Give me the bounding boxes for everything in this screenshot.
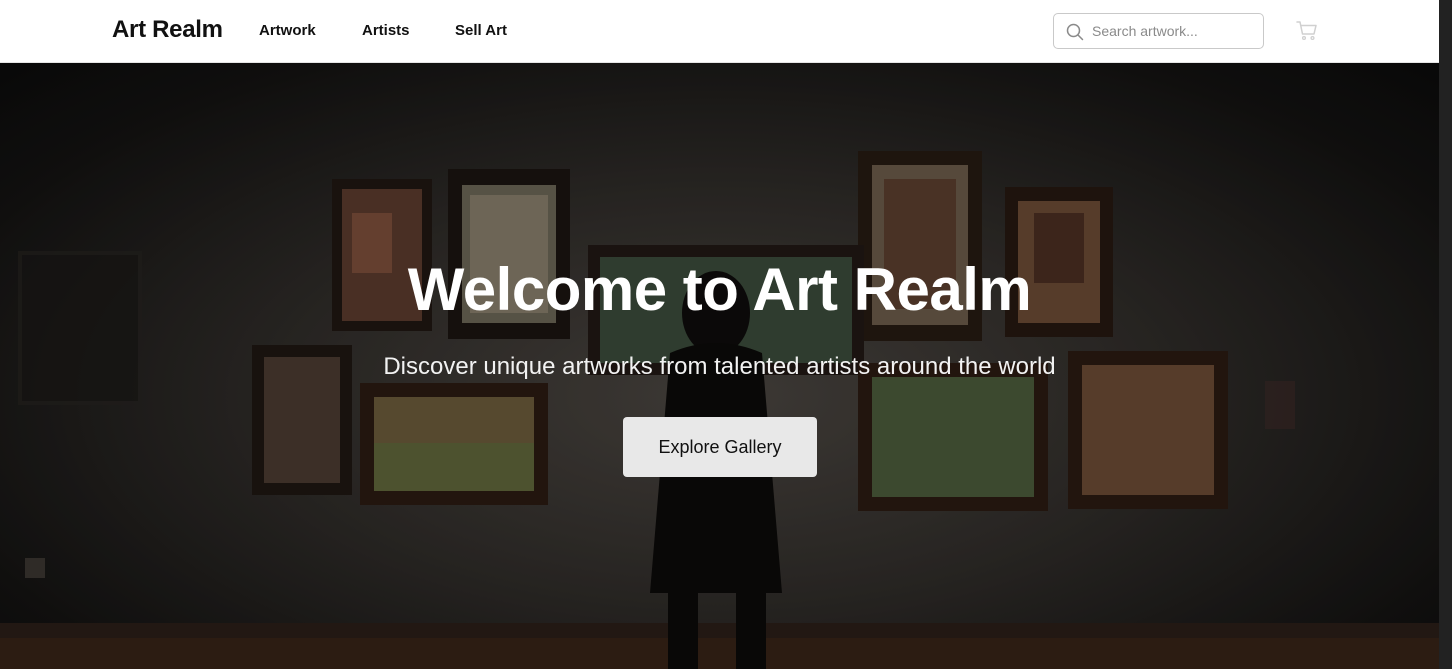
nav-link-sell-art[interactable]: Sell Art bbox=[455, 22, 507, 39]
search-icon bbox=[1066, 23, 1084, 41]
search-input[interactable] bbox=[1092, 14, 1258, 48]
window-edge bbox=[1439, 0, 1452, 669]
brand-logo[interactable]: Art Realm bbox=[112, 16, 223, 44]
hero-title: Welcome to Art Realm bbox=[407, 256, 1032, 323]
hero-subtitle: Discover unique artworks from talented a… bbox=[383, 353, 1056, 380]
search-box bbox=[1053, 13, 1264, 49]
navbar: Art Realm Artwork Artists Sell Art bbox=[0, 0, 1439, 63]
nav-link-artwork[interactable]: Artwork bbox=[259, 22, 316, 39]
page: Art Realm Artwork Artists Sell Art Searc… bbox=[0, 0, 1439, 669]
hero-section: Welcome to Art Realm Discover unique art… bbox=[0, 63, 1439, 669]
nav-link-artists[interactable]: Artists bbox=[362, 22, 410, 39]
shopping-cart-icon[interactable] bbox=[1296, 20, 1318, 42]
explore-gallery-button[interactable]: Explore Gallery bbox=[623, 417, 817, 477]
